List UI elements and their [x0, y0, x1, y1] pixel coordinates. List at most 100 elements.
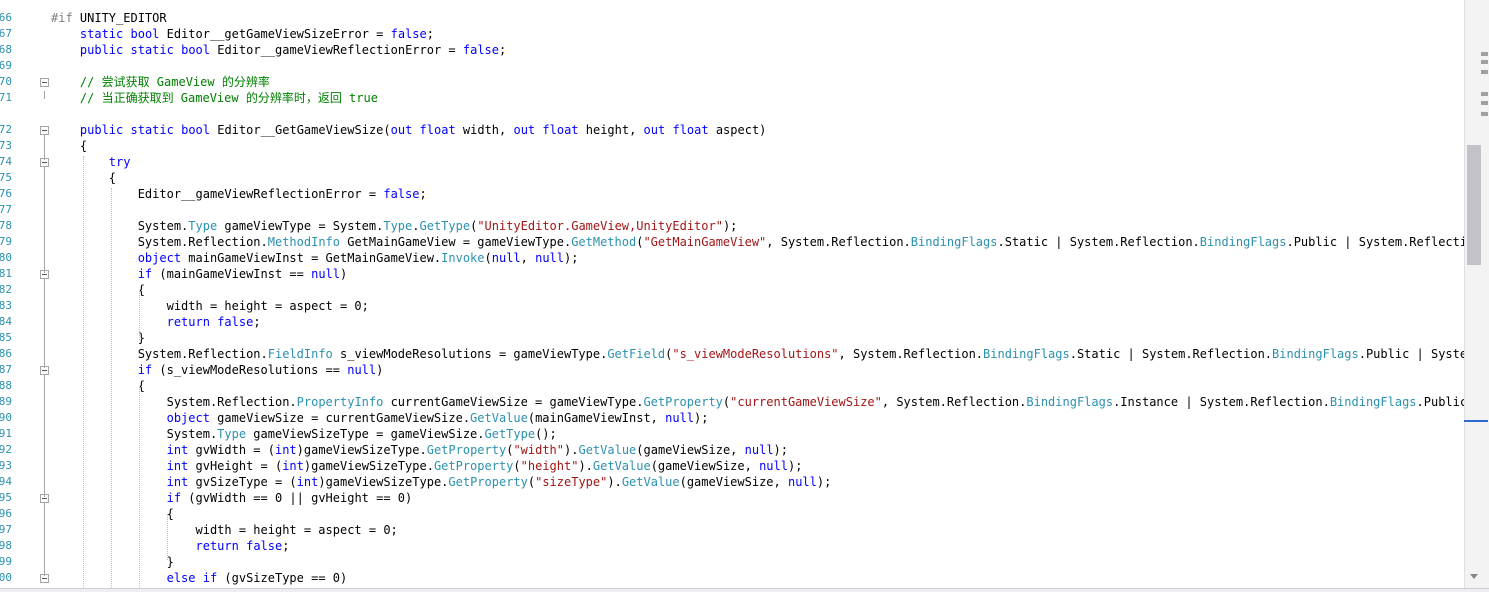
code-token: int	[274, 443, 297, 457]
horizontal-scrollbar[interactable]	[0, 588, 1489, 592]
indent-guide	[139, 290, 140, 340]
code-token: "UnityEditor.GameView,UnityEditor"	[477, 219, 723, 233]
code-token: GetMainGameView = gameViewType.	[340, 235, 572, 249]
code-token: static	[130, 123, 174, 137]
code-token: width,	[455, 123, 514, 137]
code-token: ;	[282, 539, 290, 553]
code-token: );	[787, 459, 803, 473]
code-line[interactable]: if (s_viewModeResolutions == null)	[51, 362, 384, 378]
code-line[interactable]: #if UNITY_EDITOR	[51, 10, 167, 26]
code-token: null	[491, 251, 521, 265]
code-token: object	[137, 251, 182, 265]
code-line[interactable]: if (mainGameViewInst == null)	[51, 266, 348, 282]
code-line[interactable]: int gvWidth = (int)gameViewSizeType.GetP…	[51, 442, 788, 458]
code-line[interactable]: System.Type gameViewSizeType = gameViewS…	[51, 426, 557, 442]
code-token: FieldInfo	[267, 347, 333, 361]
code-token: BindingFlags	[1199, 235, 1287, 249]
code-token: aspect)	[708, 123, 767, 137]
code-line[interactable]: width = height = aspect = 0;	[51, 298, 369, 314]
code-token: ).	[607, 475, 622, 489]
code-token: (gvWidth == 0 || gvHeight == 0)	[181, 491, 413, 505]
code-line[interactable]: return false;	[51, 538, 290, 554]
scrollbar-marker	[1481, 52, 1488, 56]
code-line[interactable]: int gvSizeType = (int)gameViewSizeType.G…	[51, 474, 832, 490]
code-line[interactable]: System.Reflection.PropertyInfo currentGa…	[51, 394, 1464, 410]
code-token: s_viewModeResolutions = gameViewType.	[332, 347, 608, 361]
code-token: if	[166, 491, 182, 505]
code-token: "width"	[513, 443, 565, 457]
code-line[interactable]: static bool Editor__getGameViewSizeError…	[51, 26, 434, 42]
code-token: Invoke	[441, 251, 485, 265]
code-token: Type	[383, 219, 413, 233]
code-line[interactable]: int gvHeight = (int)gameViewSizeType.Get…	[51, 458, 803, 474]
code-token: .Static | System.Reflection.	[997, 235, 1200, 249]
code-token: (gameViewSize,	[650, 459, 760, 473]
code-line[interactable]: object gameViewSize = currentGameViewSiz…	[51, 410, 709, 426]
code-token: static	[79, 27, 124, 41]
code-token: Editor__getGameViewSizeError =	[159, 27, 391, 41]
code-token: if	[137, 267, 153, 281]
code-line[interactable]: width = height = aspect = 0;	[51, 522, 398, 538]
code-token: mainGameViewInst = GetMainGameView.	[181, 251, 442, 265]
scrollbar-thumb[interactable]	[1467, 145, 1481, 265]
code-line[interactable]: // 尝试获取 GameView 的分辨率	[51, 74, 270, 90]
code-line[interactable]: {	[51, 378, 145, 394]
code-token: .	[412, 219, 420, 233]
code-line[interactable]: }	[51, 554, 174, 570]
code-line[interactable]: public static bool Editor__gameViewRefle…	[51, 42, 506, 58]
code-line[interactable]: else if (gvSizeType == 0)	[51, 570, 348, 586]
code-token: GetMethod	[571, 235, 637, 249]
scrollbar-marker	[1481, 101, 1488, 105]
code-token: null	[759, 459, 788, 473]
code-line[interactable]: System.Reflection.FieldInfo s_viewModeRe…	[51, 346, 1464, 362]
code-token: GetType	[419, 219, 471, 233]
code-token: int	[166, 443, 189, 457]
code-line[interactable]: {	[51, 506, 174, 522]
code-line[interactable]: public static bool Editor__GetGameViewSi…	[51, 122, 766, 138]
code-line[interactable]: {	[51, 138, 87, 154]
code-line[interactable]: if (gvWidth == 0 || gvHeight == 0)	[51, 490, 413, 506]
vertical-scrollbar[interactable]	[1464, 0, 1489, 588]
code-token: );	[564, 251, 579, 265]
code-token: int	[296, 475, 319, 489]
code-line[interactable]: }	[51, 330, 145, 346]
code-token: PropertyInfo	[296, 395, 384, 409]
code-token: return	[166, 315, 210, 329]
code-token: GetValue	[578, 443, 637, 457]
code-line[interactable]: Editor__gameViewReflectionError = false;	[51, 186, 427, 202]
code-token: GetProperty	[433, 459, 514, 473]
scroll-down-arrow-icon[interactable]	[1470, 574, 1478, 579]
code-line[interactable]: // 当正确获取到 GameView 的分辨率时，返回 true	[51, 90, 378, 106]
code-token: false	[246, 539, 283, 553]
code-token: width = height = aspect = 0;	[51, 523, 398, 537]
code-token: "s_viewModeResolutions"	[672, 347, 839, 361]
code-token: ).	[564, 443, 579, 457]
code-token: float	[672, 123, 709, 137]
code-token: // 尝试获取 GameView 的分辨率	[79, 75, 270, 89]
code-token: (	[513, 459, 521, 473]
code-line[interactable]: {	[51, 282, 145, 298]
code-line[interactable]: System.Reflection.MethodInfo GetMainGame…	[51, 234, 1464, 250]
code-token: public	[79, 43, 124, 57]
indent-guide	[83, 156, 84, 588]
code-line[interactable]: try	[51, 154, 131, 170]
code-token: #if	[51, 11, 80, 25]
code-line[interactable]: object mainGameViewInst = GetMainGameVie…	[51, 250, 579, 266]
code-token: currentGameViewSize = gameViewType.	[383, 395, 644, 409]
code-line[interactable]: System.Type gameViewType = System.Type.G…	[51, 218, 738, 234]
code-token: ;	[426, 27, 434, 41]
code-token: gameViewSize = currentGameViewSize.	[209, 411, 471, 425]
code-editor[interactable]: #if UNITY_EDITOR static bool Editor__get…	[0, 0, 1464, 588]
